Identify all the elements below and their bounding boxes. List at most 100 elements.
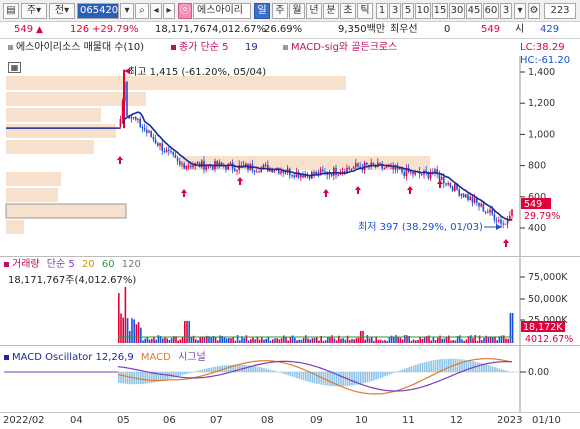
search-icon[interactable]: ⌕ bbox=[135, 3, 149, 19]
period-tab-month[interactable]: 월 bbox=[289, 3, 305, 19]
oscillator-bar bbox=[126, 372, 129, 384]
oscillator-bar bbox=[364, 372, 366, 383]
volume-bar bbox=[126, 318, 129, 343]
oscillator-bar bbox=[256, 366, 259, 372]
volume-bar bbox=[329, 336, 331, 343]
interval-1[interactable]: 1 bbox=[376, 3, 388, 19]
oscillator-bar bbox=[142, 372, 144, 384]
candle-body bbox=[172, 152, 174, 155]
period-tab-minute[interactable]: 분 bbox=[323, 3, 339, 19]
oscillator-bar bbox=[393, 372, 395, 373]
macd-axis-label: 0.00 bbox=[528, 367, 549, 378]
oscillator-bar bbox=[151, 372, 153, 383]
oscillator-bar bbox=[208, 368, 210, 372]
volume-bar bbox=[236, 335, 239, 343]
oscillator-bar bbox=[388, 372, 391, 375]
volume-bar bbox=[417, 339, 419, 343]
volume-bar bbox=[186, 321, 188, 343]
volume-bar bbox=[164, 337, 166, 343]
oscillator-bar bbox=[368, 372, 371, 382]
next-arrow-icon[interactable]: ▸ bbox=[163, 3, 175, 19]
ma-legend[interactable]: 종가 단순 5 bbox=[171, 40, 229, 56]
volume-bar bbox=[184, 321, 186, 343]
x-label: 09 bbox=[310, 415, 323, 426]
oscillator-bar bbox=[197, 370, 199, 372]
candle-body bbox=[372, 162, 375, 165]
candle-body bbox=[467, 194, 469, 201]
candle-body bbox=[482, 203, 485, 212]
interval-3-alt[interactable]: 3 bbox=[500, 3, 512, 19]
volume-bar bbox=[322, 340, 325, 343]
oscillator-bar bbox=[362, 372, 364, 384]
prev-arrow-icon[interactable]: ◂ bbox=[150, 3, 162, 19]
volume-bar bbox=[228, 338, 230, 343]
oscillator-bar bbox=[353, 372, 355, 386]
period-tab-second[interactable]: 초 bbox=[340, 3, 356, 19]
period-dropdown[interactable]: 주▾ bbox=[21, 3, 47, 19]
volume-bar bbox=[496, 340, 498, 343]
volume-profile-legend[interactable]: 에스아이리소스 매물대 수(10) bbox=[8, 40, 144, 56]
oscillator-bar bbox=[371, 372, 373, 381]
interval-10[interactable]: 10 bbox=[415, 3, 431, 19]
volume-bar bbox=[432, 336, 435, 343]
period-tab-year[interactable]: 년 bbox=[306, 3, 322, 19]
volume-bar bbox=[179, 339, 182, 343]
oscillator-bar bbox=[485, 364, 487, 372]
volume-bar bbox=[157, 335, 160, 343]
interval-3[interactable]: 3 bbox=[389, 3, 401, 19]
candle-body bbox=[258, 171, 260, 173]
oscillator-bar bbox=[419, 363, 421, 372]
oscillator-bar bbox=[373, 372, 375, 381]
oscillator-bar bbox=[401, 369, 404, 372]
oscillator-bar bbox=[415, 364, 417, 372]
oscillator-bar bbox=[461, 359, 463, 372]
volume-bar bbox=[382, 340, 384, 343]
period-tab-day[interactable]: 일 bbox=[254, 3, 270, 19]
oscillator-bar bbox=[283, 372, 285, 374]
oscillator-bar bbox=[448, 358, 450, 372]
candle-body bbox=[480, 203, 482, 207]
candle-body bbox=[280, 171, 282, 174]
oscillator-bar bbox=[318, 372, 320, 385]
x-label: 08 bbox=[261, 415, 274, 426]
candle-body bbox=[170, 151, 172, 153]
candle-body bbox=[403, 172, 405, 177]
volume-bar bbox=[153, 337, 155, 343]
count-field[interactable]: 223 bbox=[544, 3, 576, 19]
interval-dropdown-icon[interactable]: ▾ bbox=[514, 3, 526, 19]
settings-icon[interactable]: ⚙ bbox=[528, 3, 540, 19]
code-dropdown-icon[interactable]: ▾ bbox=[120, 3, 134, 19]
volume-bar bbox=[406, 335, 408, 343]
oscillator-bar bbox=[410, 366, 413, 372]
price-axis-label: 800 bbox=[528, 161, 546, 172]
volume-bar bbox=[120, 313, 122, 343]
macd-signal-legend[interactable]: MACD-sig와 골든크로스 bbox=[283, 40, 397, 56]
period-tab-week[interactable]: 주 bbox=[272, 3, 288, 19]
interval-15[interactable]: 15 bbox=[432, 3, 448, 19]
oscillator-bar bbox=[120, 372, 122, 384]
macd-signal-label: MACD-sig와 골든크로스 bbox=[291, 42, 398, 53]
volume-bar bbox=[190, 337, 193, 343]
stock-code-input[interactable]: 065420 bbox=[77, 3, 119, 19]
favorite-icon[interactable]: ⓞ bbox=[178, 3, 192, 19]
oscillator-bar bbox=[342, 372, 344, 387]
volume-bar bbox=[421, 338, 424, 343]
interval-45[interactable]: 45 bbox=[466, 3, 482, 19]
oscillator-bar bbox=[280, 372, 283, 374]
interval-5[interactable]: 5 bbox=[402, 3, 414, 19]
volume-bar bbox=[267, 337, 270, 343]
oscillator-bar bbox=[456, 358, 459, 372]
range-dropdown[interactable]: 전▾ bbox=[49, 3, 75, 19]
oscillator-bar bbox=[300, 372, 303, 380]
chart-menu-icon[interactable]: ▤ bbox=[3, 3, 19, 19]
period-tab-tick[interactable]: 틱 bbox=[357, 3, 373, 19]
period-dropdown-label: 주 bbox=[26, 5, 37, 16]
volume-bar bbox=[344, 339, 347, 343]
volume-profile-bar bbox=[5, 203, 127, 219]
interval-60[interactable]: 60 bbox=[483, 3, 499, 19]
oscillator-bar bbox=[390, 372, 393, 374]
interval-30[interactable]: 30 bbox=[449, 3, 465, 19]
oscillator-bar bbox=[351, 372, 353, 386]
oscillator-bar bbox=[212, 367, 215, 372]
candle-body bbox=[179, 161, 181, 165]
